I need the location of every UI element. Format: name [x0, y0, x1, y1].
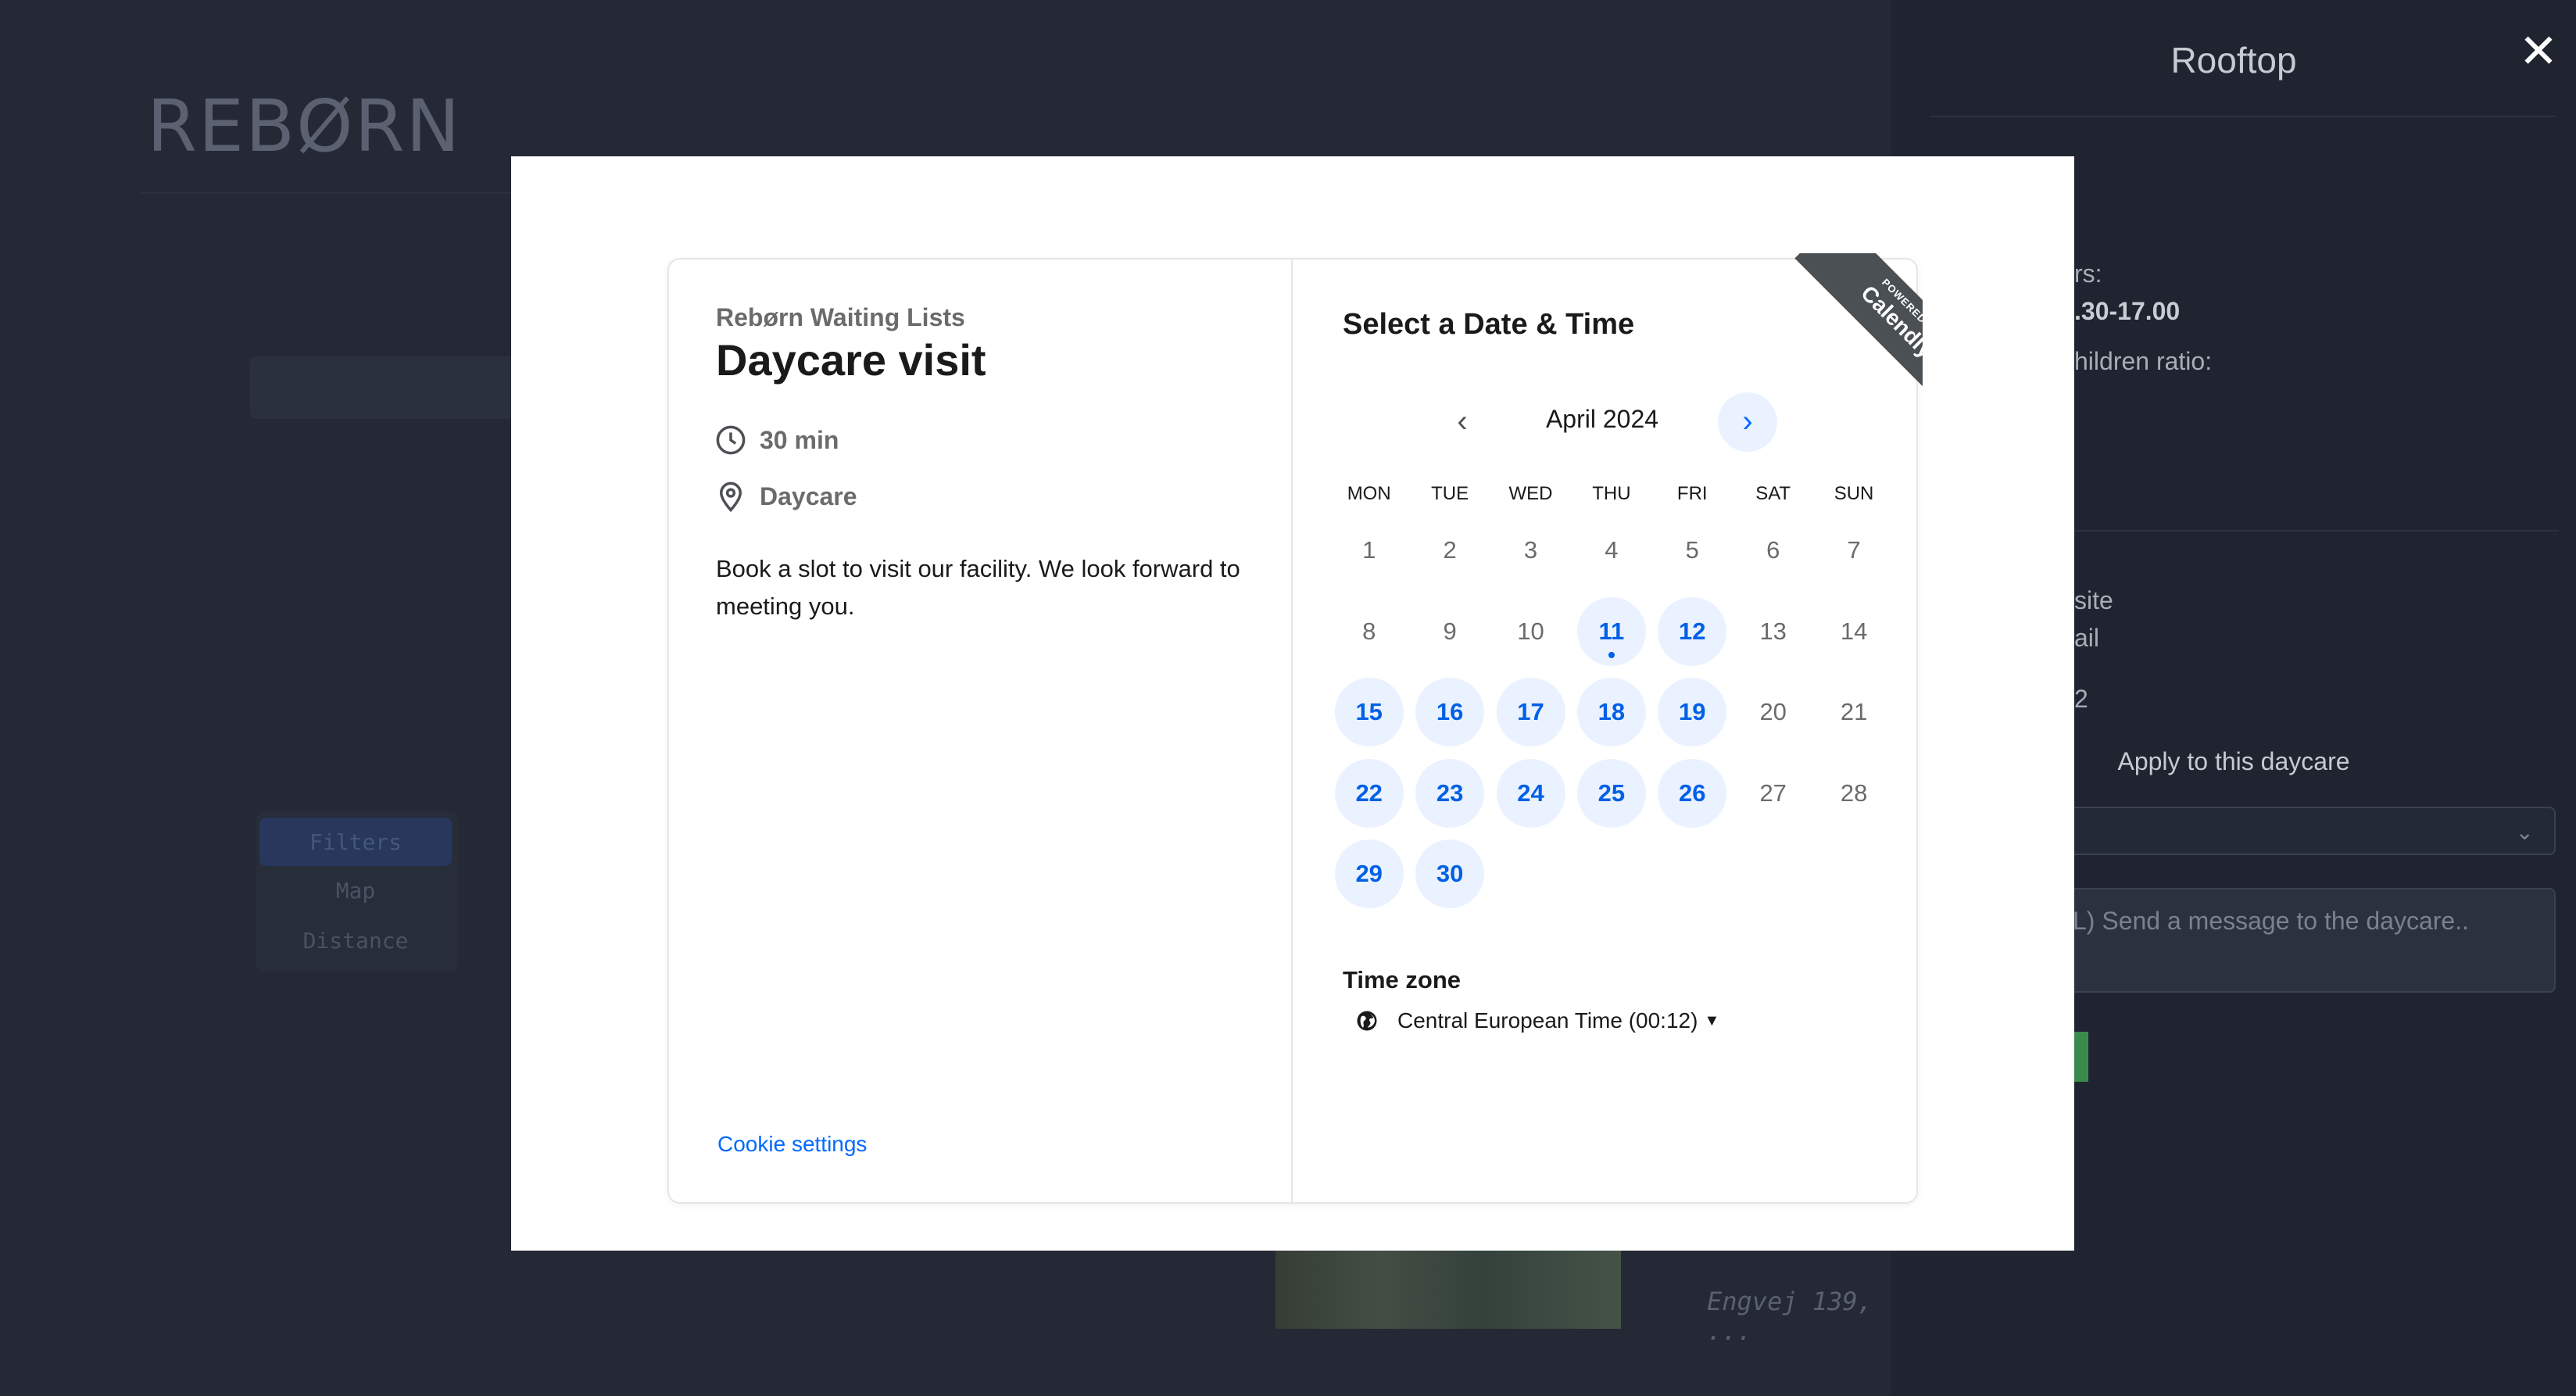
calendar-day-20: 20: [1759, 698, 1787, 725]
chevron-down-icon: ⌄: [2515, 820, 2534, 844]
side-nav-filters[interactable]: Filters: [259, 818, 452, 866]
calendar-day-29[interactable]: 29: [1334, 839, 1404, 908]
side-nav-distance[interactable]: Distance: [259, 916, 452, 965]
email-link[interactable]: ail: [2074, 624, 2099, 653]
calendar-day-18[interactable]: 18: [1576, 678, 1646, 746]
duration-text: 30 min: [760, 425, 839, 454]
count-label: 2: [2074, 685, 2088, 713]
calendar-day-16[interactable]: 16: [1415, 678, 1485, 746]
weekday-sun: SUN: [1834, 483, 1874, 504]
calendar-day-23[interactable]: 23: [1415, 758, 1485, 828]
chevron-left-icon[interactable]: ‹: [1443, 400, 1482, 442]
close-icon[interactable]: ✕: [2518, 28, 2559, 75]
calendar-day-13: 13: [1759, 617, 1787, 645]
calendar-day-2: 2: [1443, 536, 1457, 564]
calendar-day-19[interactable]: 19: [1658, 678, 1727, 746]
calendar-day-1: 1: [1362, 536, 1376, 564]
weekday-fri: FRI: [1676, 483, 1708, 504]
weekday-wed: WED: [1508, 483, 1553, 504]
clock-icon: [716, 425, 746, 455]
calendar-day-5: 5: [1685, 536, 1699, 564]
event-description: Book a slot to visit our facility. We lo…: [716, 555, 1240, 620]
location-row: Daycare: [714, 480, 857, 513]
powered-by-ribbon[interactable]: POWERED BY Calendly: [1758, 253, 1923, 417]
duration-row: 30 min: [714, 424, 839, 456]
card-divider: [1291, 260, 1293, 1202]
drawer-divider: [2074, 530, 2559, 532]
calendar-day-17[interactable]: 17: [1496, 678, 1565, 746]
app-logo: REBØRN: [147, 84, 462, 168]
calendar-day-22[interactable]: 22: [1334, 758, 1404, 828]
daycare-address: Engvej 139, ...: [1707, 1287, 1873, 1346]
calendar-day-7: 7: [1847, 536, 1861, 564]
calendar-day-6: 6: [1766, 536, 1780, 564]
calendar-day-26[interactable]: 26: [1658, 758, 1727, 828]
location-text: Daycare: [760, 481, 857, 510]
location-pin-icon: [719, 481, 742, 513]
weekday-header: MON TUE WED THU FRI SAT SUN: [1329, 483, 1894, 505]
calendar-day-10: 10: [1517, 617, 1544, 645]
ratio-label: hildren ratio:: [2074, 347, 2213, 375]
event-title: Daycare visit: [716, 335, 986, 385]
timezone-label: Time zone: [1343, 966, 1462, 993]
caret-down-icon: ▼: [1704, 1011, 1720, 1029]
calendar-day-9: 9: [1443, 617, 1457, 645]
hours-value: .30-17.00: [2074, 297, 2181, 325]
calendar-day-3: 3: [1523, 536, 1538, 564]
daycare-photo: [1275, 1251, 1621, 1329]
calendar-day-28: 28: [1840, 779, 1868, 807]
calendar-day-14: 14: [1840, 617, 1868, 645]
weekday-mon: MON: [1347, 483, 1391, 504]
calendar-day-15[interactable]: 15: [1334, 678, 1404, 746]
calendar-day-21: 21: [1840, 698, 1868, 725]
side-nav-map[interactable]: Map: [259, 866, 452, 915]
timezone-select[interactable]: Central European Time (00:12) ▼: [1355, 1008, 1719, 1033]
calendar-day-27: 27: [1759, 779, 1787, 807]
weekday-tue: TUE: [1431, 483, 1469, 504]
website-link[interactable]: site: [2074, 586, 2113, 615]
organizer-name: Rebørn Waiting Lists: [716, 303, 965, 331]
drawer-divider: [1930, 116, 2556, 117]
cookie-settings-link[interactable]: Cookie settings: [717, 1132, 867, 1157]
calendar-day-11[interactable]: 11: [1576, 596, 1646, 666]
globe-icon: [1357, 1011, 1377, 1031]
calendar-day-8: 8: [1362, 617, 1376, 645]
select-date-title: Select a Date & Time: [1343, 308, 1635, 341]
drawer-title: Rooftop: [2170, 40, 2297, 81]
calendar-day-24[interactable]: 24: [1496, 758, 1565, 828]
calendar-day-25[interactable]: 25: [1576, 758, 1646, 828]
weekday-sat: SAT: [1755, 483, 1791, 504]
chevron-right-icon[interactable]: ›: [1718, 392, 1777, 452]
calendar-day-30[interactable]: 30: [1415, 839, 1485, 908]
weekday-thu: THU: [1592, 483, 1631, 504]
hours-label: rs:: [2074, 260, 2102, 288]
timezone-value: Central European Time (00:12): [1397, 1008, 1698, 1033]
calendar-day-4: 4: [1605, 536, 1619, 564]
calendar-day-12[interactable]: 12: [1658, 596, 1727, 666]
ribbon-brand: Calendly: [1856, 281, 1923, 363]
month-label: April 2024: [1545, 405, 1659, 433]
